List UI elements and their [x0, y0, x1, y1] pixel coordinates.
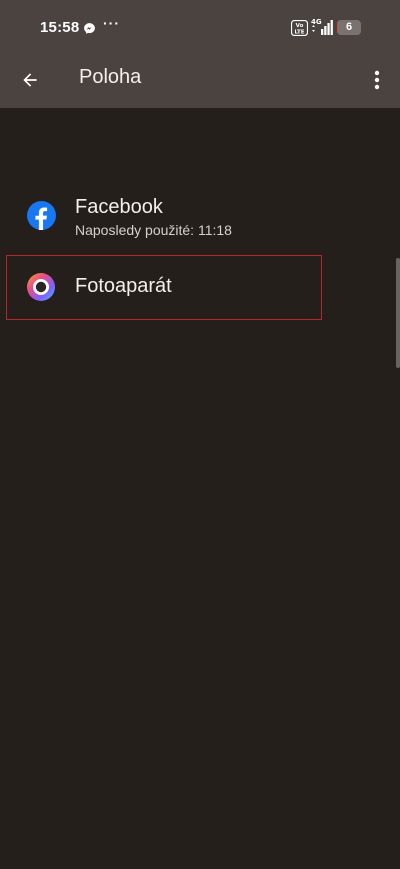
status-time: 15:58 [40, 19, 80, 36]
more-options-button[interactable] [362, 64, 392, 96]
signal-strength-icon: 4G [311, 18, 333, 35]
network-type-label: 4G [311, 18, 322, 26]
svg-text:LTE: LTE [294, 30, 304, 36]
facebook-icon [27, 201, 56, 230]
app-name: Fotoaparát [75, 275, 172, 297]
volte-icon: Vo LTE [291, 20, 308, 36]
app-bar: Poloha [0, 56, 400, 108]
svg-text:Vo: Vo [296, 23, 304, 29]
battery-icon: 6 [337, 20, 361, 35]
scrollbar[interactable] [396, 258, 400, 368]
more-notifications-icon: ··· [103, 15, 120, 31]
arrow-back-icon [23, 73, 37, 87]
list-item-facebook[interactable]: Facebook Naposledy použité: 11:18 [0, 190, 400, 244]
battery-level: 6 [345, 21, 353, 33]
page-title: Poloha [79, 66, 142, 88]
app-name: Facebook [75, 196, 163, 218]
camera-icon [27, 273, 55, 301]
back-button[interactable] [14, 64, 46, 96]
list-item-fotoaparat[interactable]: Fotoaparát [0, 255, 400, 321]
messenger-icon [84, 23, 95, 34]
more-vert-icon [374, 70, 380, 90]
last-used-text: Naposledy použité: 11:18 [75, 222, 232, 238]
status-bar: 15:58 ··· Vo LTE 4G 6 [0, 0, 400, 56]
